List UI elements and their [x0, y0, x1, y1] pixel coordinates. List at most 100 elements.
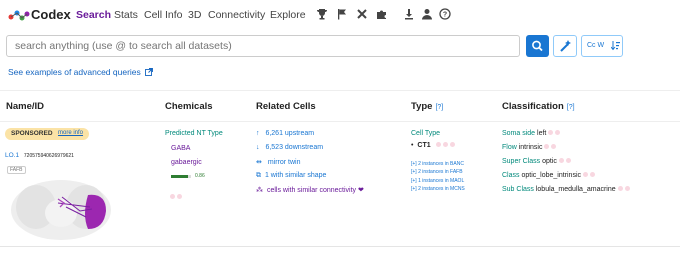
header-related-cells: Related Cells — [256, 101, 316, 112]
sponsored-badge: SPONSORED more info — [5, 128, 89, 140]
class-key: Class — [502, 172, 520, 179]
class-key: Super Class — [502, 158, 541, 165]
class-flow: Flow intrinsic — [502, 144, 558, 151]
brand-title[interactable]: Codex — [31, 7, 71, 22]
class-value[interactable]: intrinsic — [519, 144, 543, 151]
nav-connectivity[interactable]: Connectivity — [208, 9, 265, 21]
account-icon[interactable] — [421, 8, 433, 20]
tools-icon[interactable] — [356, 8, 368, 20]
trophy-icon[interactable] — [316, 8, 328, 20]
class-class: Class optic_lobe_intrinsic — [502, 172, 597, 179]
nav-3d[interactable]: 3D — [188, 9, 201, 21]
search-button[interactable] — [526, 35, 549, 57]
magic-search-button[interactable] — [553, 35, 577, 57]
instances-mcns[interactable]: [+] 2 instances in MCNS — [411, 186, 465, 192]
instances-banc[interactable]: [+] 2 instances in BANC — [411, 161, 464, 167]
reaction-dot[interactable] — [582, 172, 588, 177]
sort-icon — [611, 41, 620, 51]
class-key: Flow — [502, 144, 517, 151]
neuron-name[interactable]: LO.1 720575940626979621 — [5, 152, 74, 159]
reaction-dot[interactable] — [558, 158, 564, 163]
reaction-dot[interactable] — [435, 142, 441, 147]
nav-explore[interactable]: Explore — [270, 9, 306, 21]
downstream-label: 6,523 downstream — [265, 144, 324, 151]
similar-shape-label: 1 with similar shape — [264, 172, 327, 179]
neuron-thumbnail[interactable] — [8, 177, 114, 243]
cell-type-name: CT1 — [417, 142, 431, 149]
codex-logo-icon — [8, 10, 30, 21]
top-nav: Codex Search Stats Cell Info 3D Connecti… — [0, 0, 680, 30]
case-whole-word-toggle[interactable]: Cc W — [581, 35, 623, 57]
nav-search[interactable]: Search — [76, 9, 111, 21]
mirror-twin-link[interactable]: ⇹ mirror twin — [256, 158, 301, 166]
class-value[interactable]: optic_lobe_intrinsic — [521, 172, 581, 179]
reaction-dot[interactable] — [565, 158, 571, 163]
classification-help-link[interactable]: [?] — [567, 104, 575, 111]
sponsored-label: SPONSORED — [11, 130, 53, 137]
nt-confidence-value: 0.86 — [195, 173, 205, 179]
class-soma-side: Soma side left — [502, 130, 562, 137]
reaction-dot[interactable] — [589, 172, 595, 177]
nav-stats[interactable]: Stats — [114, 9, 138, 21]
neuron-id: 720575940626979621 — [23, 153, 74, 159]
external-link-icon — [145, 68, 154, 76]
more-info-link[interactable]: more info — [58, 130, 83, 136]
upstream-arrow-icon: ↑ — [256, 130, 260, 137]
instances-maol[interactable]: [+] 1 instances in MAOL — [411, 178, 464, 184]
row-divider — [0, 246, 680, 247]
reaction-dot[interactable] — [442, 142, 448, 147]
advanced-queries-link[interactable]: See examples of advanced queries — [8, 67, 154, 77]
flag-icon[interactable] — [336, 8, 348, 20]
download-icon[interactable] — [403, 8, 415, 20]
nt-confidence-bar — [171, 175, 191, 178]
type-help-link[interactable]: [?] — [435, 104, 443, 111]
header-chemicals: Chemicals — [165, 101, 213, 112]
search-input[interactable] — [6, 35, 520, 57]
class-key: Soma side — [502, 130, 536, 137]
chem-reaction-dots[interactable] — [170, 186, 184, 199]
instances-fafb[interactable]: [+] 2 instances in FAFB — [411, 169, 463, 175]
reaction-dot[interactable] — [624, 186, 630, 191]
reaction-dot[interactable] — [617, 186, 623, 191]
class-value[interactable]: left — [537, 130, 546, 137]
similar-shape-link[interactable]: ⧉ 1 with similar shape — [256, 172, 326, 180]
downstream-arrow-icon: ↓ — [256, 144, 260, 151]
search-icon — [532, 40, 543, 52]
reaction-dot[interactable] — [449, 142, 455, 147]
nav-cell-info[interactable]: Cell Info — [144, 9, 183, 21]
class-value[interactable]: lobula_medulla_amacrine — [536, 186, 616, 193]
similar-connectivity-label: cells with similar connectivity ❤ — [266, 187, 364, 194]
cell-type-value[interactable]: • CT1 — [411, 142, 457, 149]
downstream-link[interactable]: ↓ 6,523 downstream — [256, 144, 323, 151]
case-label: Cc W — [587, 42, 605, 49]
reaction-dot[interactable] — [551, 144, 557, 149]
copy-icon: ⧉ — [256, 172, 261, 179]
class-value[interactable]: optic — [542, 158, 557, 165]
header-type-label: Type — [411, 101, 433, 112]
reaction-dot[interactable] — [555, 130, 561, 135]
puzzle-icon[interactable] — [376, 8, 388, 20]
header-name-id: Name/ID — [6, 101, 45, 112]
magic-wand-icon — [560, 40, 571, 52]
help-icon[interactable]: ? — [439, 8, 451, 20]
reaction-dot[interactable] — [544, 144, 550, 149]
reaction-dot[interactable] — [177, 194, 182, 199]
mirror-icon: ⇹ — [256, 159, 262, 166]
class-key: Sub Class — [502, 186, 534, 193]
header-divider — [0, 121, 680, 122]
dataset-tag: FAFB — [7, 166, 26, 174]
header-classification-label: Classification — [502, 101, 564, 112]
nt-confidence-fill — [171, 175, 189, 178]
upstream-link[interactable]: ↑ 6,261 upstream — [256, 130, 314, 137]
neuron-name-label: LO.1 — [5, 152, 20, 159]
mirror-label: mirror twin — [267, 159, 301, 166]
similar-connectivity-link[interactable]: ⁂ cells with similar connectivity ❤ — [256, 186, 364, 194]
advanced-queries-label: See examples of advanced queries — [8, 67, 141, 77]
header-type: Type [?] — [411, 101, 443, 112]
network-icon: ⁂ — [256, 187, 263, 194]
reaction-dot[interactable] — [170, 194, 175, 199]
predicted-nt-label: Predicted NT Type — [165, 130, 223, 137]
reaction-dot[interactable] — [548, 130, 554, 135]
nt-gabaergic[interactable]: gabaergic — [171, 159, 202, 166]
nt-gaba[interactable]: GABA — [171, 145, 190, 152]
